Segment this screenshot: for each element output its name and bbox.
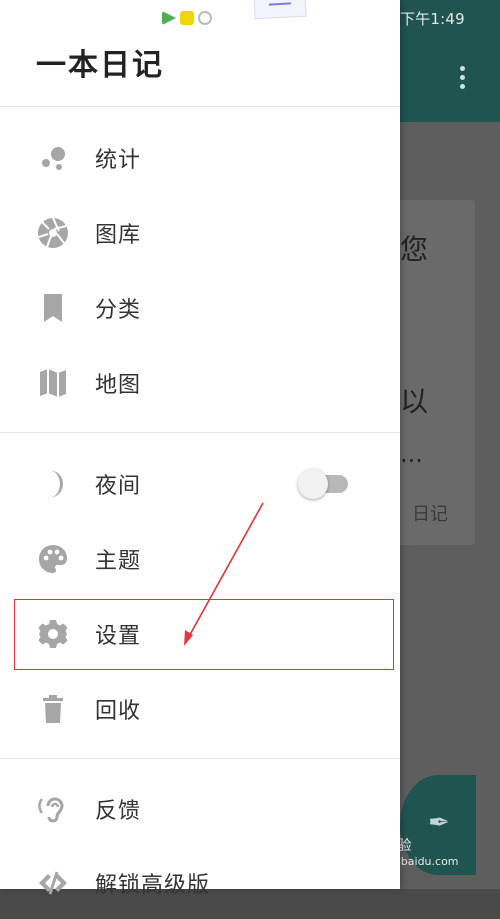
menu-item-night[interactable]: 夜间 [0,448,400,520]
menu-item-label: 主题 [95,549,142,574]
menu-item-category[interactable]: 分类 [0,272,400,344]
menu-item-label: 地图 [95,373,142,398]
background-card-text: ... [400,440,423,468]
menu-item-label: 统计 [95,148,142,173]
stats-icon [36,141,70,175]
background-card-tag: 日记 [412,504,448,525]
menu-item-map[interactable]: 地图 [0,347,400,419]
highlight-box [14,599,394,670]
trash-icon [36,692,70,726]
menu-item-gallery[interactable]: 图库 [0,197,400,269]
menu-item-label: 解锁高级版 [95,873,211,898]
status-bar-icons [162,8,212,28]
menu-item-label: 回收 [95,699,142,724]
menu-item-theme[interactable]: 主题 [0,523,400,595]
menu-item-label: 分类 [95,298,142,323]
menu-item-unlock-premium[interactable]: 解锁高级版 [0,847,400,919]
menu-item-feedback[interactable]: 反馈 [0,773,400,845]
menu-item-label: 反馈 [95,799,142,824]
ear-icon [36,792,70,826]
moon-icon [36,467,70,501]
bookmark-icon [36,291,70,325]
divider [0,758,400,759]
drawer-title: 一本日记 [36,48,164,83]
notification-icon [253,0,307,20]
more-vert-icon [459,66,467,90]
play-icon [162,11,176,25]
palette-icon [36,542,70,576]
status-time: 下午1:49 [400,10,465,28]
unlock-icon [36,866,70,900]
quill-icon: ✒ [428,808,450,838]
background-card-text: 您 [400,233,429,266]
record-icon [198,11,212,25]
menu-item-label: 夜间 [95,474,142,499]
menu-item-stats[interactable]: 统计 [0,122,400,194]
aperture-icon [36,216,70,250]
background-card-text: 以 [400,385,429,418]
divider [0,106,400,107]
menu-item-recycle[interactable]: 回收 [0,673,400,745]
toggle-thumb [298,469,328,499]
night-mode-toggle[interactable] [298,469,348,499]
map-icon [36,366,70,400]
divider [0,432,400,433]
navigation-drawer: 一本日记 统计 图库 分类 地图 夜间 主题 设置 回收 反馈 解锁高级版 [0,0,400,898]
app-notify-icon [180,11,194,25]
menu-item-label: 图库 [95,223,142,248]
